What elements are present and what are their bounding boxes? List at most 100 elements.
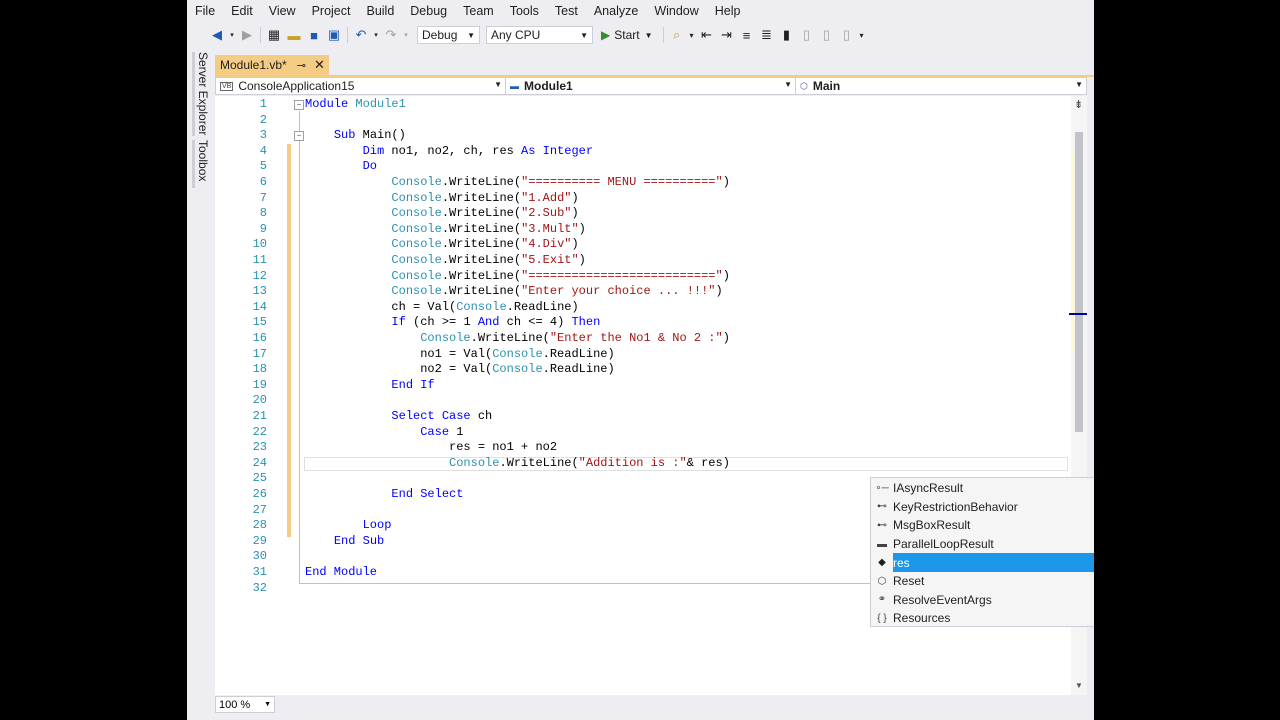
line-number: 3 — [259, 128, 267, 143]
type-dropdown[interactable]: ▬ Module1 ▼ — [506, 78, 796, 94]
completion-item[interactable]: ⊷ KeyRestrictionBehavior — [871, 498, 1094, 517]
code-line[interactable]: no1 = Val(Console.ReadLine) — [305, 347, 614, 363]
code-line[interactable]: Select Case ch — [305, 409, 492, 425]
menu-test[interactable]: Test — [547, 0, 586, 22]
completion-item[interactable]: ⊷ MsgBoxResult — [871, 516, 1094, 535]
line-number: 15 — [252, 315, 267, 330]
menu-team[interactable]: Team — [455, 0, 502, 22]
code-line[interactable]: ch = Val(Console.ReadLine) — [305, 299, 579, 316]
dropdown-arrow-icon[interactable]: ▾ — [371, 25, 381, 45]
start-button[interactable]: ▶ Start ▼ — [601, 28, 653, 42]
code-token: .ReadLine) — [506, 299, 579, 314]
menu-debug[interactable]: Debug — [402, 0, 455, 22]
code-line[interactable]: Dim no1, no2, ch, res As Integer — [305, 144, 593, 160]
indent-icon[interactable]: ⇥ — [717, 25, 737, 45]
completion-item[interactable]: { } Resources — [871, 609, 1094, 628]
next-bookmark-icon[interactable]: ▯ — [817, 25, 837, 45]
code-line[interactable]: Console.WriteLine("Enter your choice ...… — [305, 284, 722, 300]
menu-edit[interactable]: Edit — [223, 0, 261, 22]
toolbar-options-icon[interactable]: ▾ — [857, 25, 867, 45]
code-token: Console — [456, 299, 507, 314]
navigate-forward-icon[interactable]: ▶ — [237, 25, 257, 45]
menu-analyze[interactable]: Analyze — [586, 0, 646, 22]
code-line[interactable]: Console.WriteLine("Enter the No1 & No 2 … — [305, 331, 730, 347]
clear-bookmarks-icon[interactable]: ▯ — [837, 25, 857, 45]
visual-studio-window: File Edit View Project Build Debug Team Tools Te… — [187, 0, 1094, 720]
menu-view[interactable]: View — [261, 0, 304, 22]
code-line[interactable]: End If — [305, 378, 434, 394]
document-tab-module1[interactable]: Module1.vb* ⊸ ✕ — [215, 55, 329, 75]
editor-status-bar: 100 % ▼ — [215, 696, 1087, 714]
dropdown-arrow-icon[interactable]: ▾ — [401, 25, 411, 45]
save-icon[interactable]: ■ — [304, 25, 324, 45]
menu-window[interactable]: Window — [646, 0, 706, 22]
solution-platform-select[interactable]: Any CPU ▼ — [486, 26, 593, 44]
navigate-back-icon[interactable]: ◀ — [207, 25, 227, 45]
menu-file[interactable]: File — [187, 0, 223, 22]
zoom-select[interactable]: 100 % ▼ — [215, 696, 275, 713]
scrollbar-thumb[interactable] — [1075, 132, 1083, 432]
intellisense-completion-list[interactable]: ∘─ IAsyncResult ⊷ KeyRestrictionBehavior ⊷ Ms… — [870, 477, 1094, 627]
menu-build[interactable]: Build — [358, 0, 402, 22]
server-explorer-tab[interactable]: Server Explorer — [192, 52, 210, 136]
scroll-down-icon[interactable]: ▼ — [1075, 681, 1083, 690]
step-over-icon[interactable]: ⇤ — [697, 25, 717, 45]
line-number: 32 — [252, 580, 267, 595]
code-line[interactable]: Console.WriteLine("1.Add") — [305, 191, 578, 207]
menu-project[interactable]: Project — [304, 0, 359, 22]
save-all-icon[interactable]: ▣ — [324, 25, 344, 45]
navigation-bar: VB ConsoleApplication15 ▼ ▬ Module1 ▼ ⬡ … — [215, 77, 1087, 95]
solution-configuration-select[interactable]: Debug ▼ — [417, 26, 480, 44]
code-line[interactable]: Console.WriteLine("Addition is :"& res) — [305, 456, 730, 472]
code-line[interactable]: End Sub — [305, 534, 384, 550]
completion-item[interactable]: ⚭ ResolveEventArgs — [871, 591, 1094, 610]
completion-item[interactable]: ▬ ParallelLoopResult — [871, 535, 1094, 554]
menu-tools[interactable]: Tools — [502, 0, 547, 22]
open-file-icon[interactable]: ▬ — [284, 25, 304, 45]
completion-item[interactable]: ∘─ IAsyncResult — [871, 479, 1094, 498]
comment-icon[interactable]: ≡ — [737, 25, 757, 45]
find-icon[interactable]: ⌕ — [667, 25, 687, 45]
code-line[interactable]: no2 = Val(Console.ReadLine) — [305, 362, 614, 378]
code-line[interactable]: Console.WriteLine("========== MENU =====… — [305, 175, 729, 191]
member-dropdown[interactable]: ⬡ Main ▼ — [796, 78, 1086, 94]
code-line[interactable]: Do — [305, 159, 377, 175]
code-token: ch <= 4) — [506, 315, 572, 330]
split-handle-icon[interactable]: ⇟ — [1074, 98, 1083, 111]
dropdown-arrow-icon[interactable]: ▾ — [227, 25, 237, 45]
new-project-icon[interactable]: ▦ — [264, 25, 284, 45]
completion-item[interactable]: ⬡ Reset — [871, 572, 1094, 591]
menu-help[interactable]: Help — [707, 0, 749, 22]
project-dropdown[interactable]: VB ConsoleApplication15 ▼ — [216, 78, 506, 94]
code-line[interactable]: Loop — [305, 518, 392, 534]
completion-item[interactable]: ◆ res — [871, 553, 1094, 572]
line-number: 22 — [252, 424, 267, 439]
code-line[interactable]: Module Module1 — [305, 97, 406, 113]
code-line[interactable]: End Module — [305, 565, 377, 581]
redo-icon[interactable]: ↷ — [381, 25, 401, 45]
line-number: 21 — [252, 409, 267, 423]
overflow-icon[interactable]: ▾ — [687, 25, 697, 45]
toolbox-tab[interactable]: Toolbox — [192, 140, 210, 188]
code-line[interactable]: Console.WriteLine("=====================… — [305, 269, 729, 285]
code-line[interactable]: res = no1 + no2 — [305, 440, 557, 456]
line-number: 29 — [252, 533, 267, 548]
collapse-sub-icon[interactable]: − — [294, 131, 304, 141]
code-line[interactable]: Console.WriteLine("3.Mult") — [305, 222, 585, 238]
line-number: 2 — [259, 112, 267, 127]
code-line[interactable]: Sub Main() — [305, 128, 406, 144]
code-line[interactable]: Case 1 — [305, 425, 463, 441]
code-line[interactable]: End Select — [305, 487, 463, 503]
code-line[interactable]: Console.WriteLine("2.Sub") — [305, 206, 578, 222]
code-line[interactable]: If (ch >= 1 And ch <= 4) Then — [305, 315, 600, 331]
close-icon[interactable]: ✕ — [314, 57, 325, 73]
collapse-module-icon[interactable]: − — [294, 100, 304, 110]
code-token: .WriteLine( — [441, 237, 522, 252]
uncomment-icon[interactable]: ≣ — [757, 25, 777, 45]
code-line[interactable]: Console.WriteLine("4.Div") — [305, 237, 578, 253]
bookmark-icon[interactable]: ▮ — [777, 25, 797, 45]
pin-icon[interactable]: ⊸ — [297, 59, 306, 72]
undo-icon[interactable]: ↶ — [351, 25, 371, 45]
prev-bookmark-icon[interactable]: ▯ — [797, 25, 817, 45]
code-line[interactable]: Console.WriteLine("5.Exit") — [305, 253, 585, 269]
